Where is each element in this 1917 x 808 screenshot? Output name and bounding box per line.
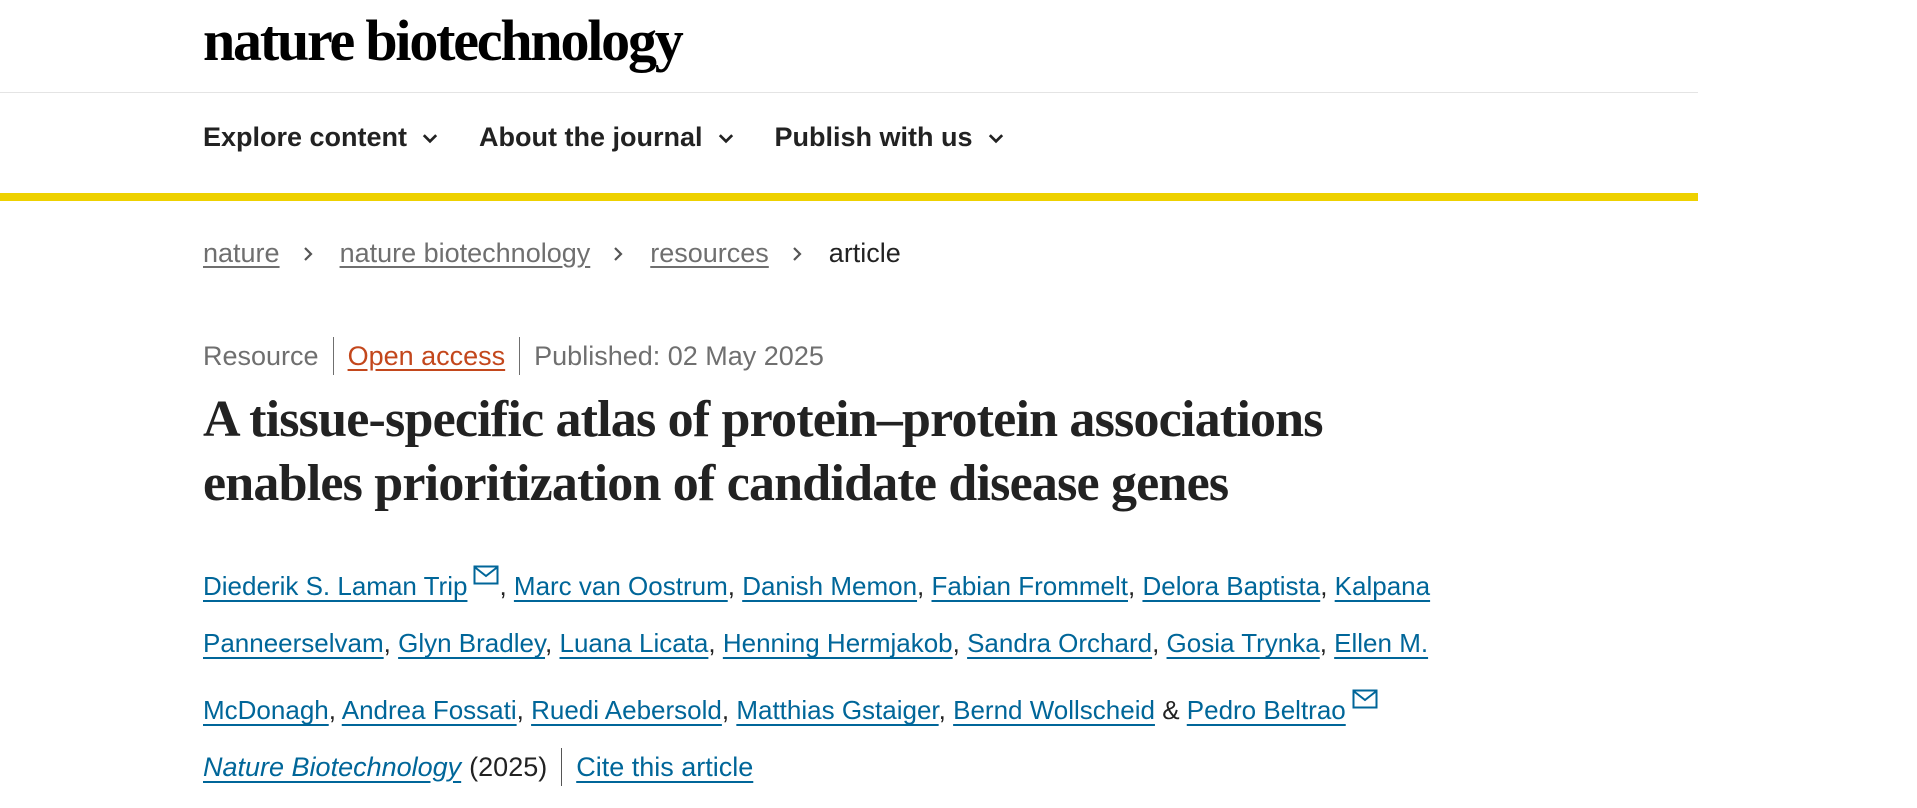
chevron-right-icon	[610, 246, 626, 262]
nav-item-label: Explore content	[203, 122, 408, 152]
author-link[interactable]: Bernd Wollscheid	[953, 695, 1155, 725]
breadcrumb-nature[interactable]: nature	[203, 238, 280, 269]
breadcrumb: nature nature biotechnology resources ar…	[203, 238, 901, 269]
article-title-line-1: A tissue-specific atlas of protein–prote…	[203, 391, 1324, 448]
breadcrumb-nature-biotechnology[interactable]: nature biotechnology	[340, 238, 591, 269]
chevron-down-icon	[987, 129, 1005, 147]
author-link[interactable]: Fabian Frommelt	[932, 571, 1129, 601]
author-link[interactable]: Matthias Gstaiger	[736, 695, 938, 725]
author-link[interactable]: Andrea Fossati	[342, 695, 517, 725]
citation: Nature Biotechnology (2025) Cite this ar…	[203, 748, 753, 786]
header-divider	[0, 92, 1698, 93]
author-link[interactable]: Ruedi Aebersold	[531, 695, 722, 725]
main-nav: Explore content About the journal Publis…	[203, 122, 1045, 153]
author-link[interactable]: Danish Memon	[742, 571, 917, 601]
meta-divider	[519, 337, 521, 375]
chevron-down-icon	[717, 129, 735, 147]
chevron-right-icon	[300, 246, 316, 262]
nav-publish-with-us[interactable]: Publish with us	[775, 122, 1005, 153]
article-type: Resource	[203, 340, 319, 371]
mail-icon[interactable]	[473, 548, 499, 585]
mail-icon[interactable]	[1352, 672, 1378, 709]
breadcrumb-current: article	[828, 238, 901, 268]
author-link[interactable]: Sandra Orchard	[967, 628, 1152, 658]
authors-connector: &	[1162, 695, 1180, 725]
author-list: Diederik S. Laman Trip, Marc van Oostrum…	[203, 548, 1543, 739]
author-link[interactable]: Pedro Beltrao	[1187, 695, 1346, 725]
author-link[interactable]: Henning Hermjakob	[723, 628, 953, 658]
author-link[interactable]: Diederik S. Laman Trip	[203, 571, 467, 601]
author-link[interactable]: Glyn Bradley	[398, 628, 545, 658]
article-title-line-2: enables prioritization of candidate dise…	[203, 455, 1229, 512]
article-title: A tissue-specific atlas of protein–prote…	[203, 388, 1563, 516]
chevron-down-icon	[421, 129, 439, 147]
nav-item-label: About the journal	[479, 122, 703, 152]
page-frame: nature biotechnology Explore content Abo…	[0, 0, 1698, 808]
author-link[interactable]: Marc van Oostrum	[514, 571, 728, 601]
published-date: Published: 02 May 2025	[534, 340, 824, 371]
journal-logo[interactable]: nature biotechnology	[203, 6, 684, 76]
nav-item-label: Publish with us	[774, 122, 973, 152]
open-access-link[interactable]: Open access	[348, 341, 506, 372]
journal-link[interactable]: Nature Biotechnology	[203, 752, 461, 783]
citation-divider	[561, 748, 563, 786]
author-link[interactable]: Luana Licata	[559, 628, 708, 658]
nav-explore-content[interactable]: Explore content	[203, 122, 439, 153]
article-meta: Resource Open access Published: 02 May 2…	[203, 337, 824, 375]
author-link[interactable]: Delora Baptista	[1142, 571, 1320, 601]
chevron-right-icon	[789, 246, 805, 262]
author-link[interactable]: Gosia Trynka	[1167, 628, 1320, 658]
breadcrumb-resources[interactable]: resources	[650, 238, 769, 269]
accent-bar	[0, 193, 1698, 201]
nav-about-the-journal[interactable]: About the journal	[479, 122, 734, 153]
cite-this-article-link[interactable]: Cite this article	[576, 752, 753, 783]
meta-divider	[332, 337, 334, 375]
citation-year: (2025)	[469, 751, 548, 782]
